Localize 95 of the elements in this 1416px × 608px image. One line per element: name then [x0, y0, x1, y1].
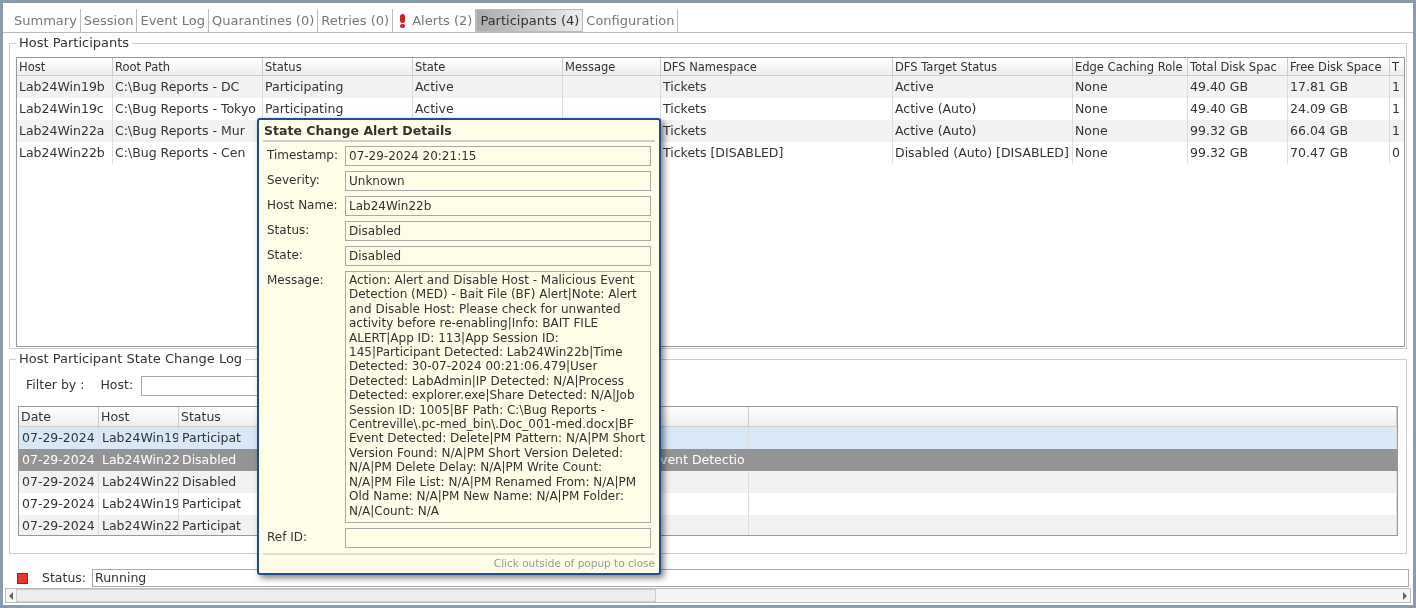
table-cell: 07-29-2024 [22, 495, 95, 511]
tab[interactable]: Retries (0) [318, 9, 394, 32]
column-header[interactable]: Free Disk Space [1288, 58, 1390, 75]
message-field[interactable]: Action: Alert and Disable Host - Malicious Event Detection (MED) - Bait File (BF) Alert|Note: Alert and Disable Host: Please check for unwanted activity before re-enabling|Info: BAIT FILE ALERT|App ID: 113|App Session ID: 145|Participant Detected: Lab24Win22b|Time Detected: 30-07-2024 00:21:06.479|User Detected: LabAdmin|IP Detected: N/A|Process Detected: explorer.exe|Share Detected: N/A|Job Session ID: 1005|BF Path: C:\Bug Reports - Centreville\.pc-med_bin\.Doc_001-med.docx|BF Event Detected: Delete|PM Pattern: N/A|PM Short Version Found: N/A|PM Short Version Deleted: N/A|PM Delete Delay: N/A|PM Write Count: N/A|PM File List: N/A|PM Renamed From: N/A|PM Old Name: N/A|PM New Name: N/A|PM Folder: N/A|Count: N/A [345, 271, 651, 523]
table-cell: 99.32 GB [1190, 145, 1249, 160]
detail-field[interactable] [345, 528, 651, 548]
table-cell: Active [415, 101, 454, 116]
table-cell: Lab24Win22 [102, 451, 179, 467]
table-cell: 99.32 GB [1190, 123, 1249, 138]
table-cell: Disabled [182, 451, 237, 467]
table-cell: C:\Bug Reports - Tokyo [115, 101, 256, 116]
table-cell: Lab24Win22 [102, 517, 178, 533]
tab[interactable]: Event Log [137, 9, 210, 32]
field-label: Timestamp: [267, 147, 340, 164]
column-header[interactable]: Status [263, 58, 413, 75]
table-cell: Participating [265, 79, 344, 94]
section-title: Host Participants [16, 35, 133, 51]
column-header[interactable]: Message [563, 58, 661, 75]
detail-field[interactable]: Lab24Win22b [345, 196, 651, 216]
table-cell: 70.47 GB [1290, 145, 1349, 160]
column-header[interactable]: Host [101, 408, 130, 424]
table-cell: Lab24Win22b [19, 145, 105, 160]
table-cell: 1 [1392, 101, 1400, 116]
table-cell: 24.09 GB [1290, 101, 1349, 116]
table-cell: Lab24Win22a [19, 123, 105, 138]
popup-title: State Change Alert Details [263, 120, 655, 142]
table-cell: Disabled (Auto) [DISABLED] [895, 145, 1069, 160]
table-cell: 07-29-2024 [22, 451, 95, 467]
table-cell: 17.81 GB [1290, 79, 1349, 94]
table-cell: 1 [1392, 79, 1400, 94]
field-label: State: [267, 247, 304, 264]
column-header[interactable]: Status [181, 408, 221, 424]
table-cell: 49.40 GB [1190, 101, 1249, 116]
column-header[interactable]: Edge Caching Role [1073, 58, 1188, 75]
column-header[interactable]: Host [17, 58, 113, 75]
column-header[interactable]: Date [21, 408, 51, 424]
table-cell: C:\Bug Reports - Mur [115, 123, 245, 138]
filter-label: Filter by : [26, 376, 85, 395]
table-cell: Tickets [DISABLED] [663, 145, 784, 160]
horizontal-scrollbar[interactable] [5, 588, 1411, 603]
table-cell: Active (Auto) [895, 123, 977, 138]
status-label: Status: [42, 568, 87, 587]
field-label: Message: [267, 272, 325, 289]
table-cell: Active [415, 79, 454, 94]
detail-field[interactable]: Disabled [345, 221, 651, 241]
detail-field[interactable]: Unknown [345, 171, 651, 191]
tab[interactable]: Summary [11, 9, 81, 32]
tab[interactable]: Quarantines (0) [209, 9, 319, 32]
table-cell: Disabled [182, 473, 237, 489]
column-header[interactable]: DFS Target Status [893, 58, 1073, 75]
table-cell: 07-29-2024 [22, 473, 95, 489]
table-cell: None [1075, 79, 1108, 94]
column-header[interactable]: T [1390, 58, 1404, 75]
table-cell: Lab24Win22 [102, 473, 178, 489]
stop-icon [17, 572, 28, 584]
tab[interactable]: Participants (4) [476, 9, 584, 32]
table-cell: Tickets [663, 123, 707, 138]
table-cell: 07-29-2024 [22, 517, 95, 533]
table-cell: Participat [182, 429, 241, 445]
table-cell: Lab24Win19b [19, 79, 105, 94]
table-cell: Participat [182, 517, 241, 533]
table-cell: Participating [265, 101, 344, 116]
table-cell: C:\Bug Reports - DC [115, 79, 240, 94]
table-cell: None [1075, 123, 1108, 138]
detail-field[interactable]: 07-29-2024 20:21:15 [345, 146, 651, 166]
tab[interactable]: Session [80, 9, 138, 32]
table-cell: C:\Bug Reports - Cen [115, 145, 246, 160]
table-cell: Active [895, 79, 934, 94]
field-label: Host Name: [267, 197, 339, 214]
detail-field[interactable]: Disabled [345, 246, 651, 266]
table-cell: Tickets [663, 101, 707, 116]
table-cell: 1 [1392, 123, 1400, 138]
table-cell: 49.40 GB [1190, 79, 1249, 94]
table-cell: None [1075, 101, 1108, 116]
column-header[interactable]: Total Disk Spac [1188, 58, 1288, 75]
table-cell: 66.04 GB [1290, 123, 1349, 138]
column-header[interactable]: DFS Namespace [661, 58, 893, 75]
table-cell: 07-29-2024 [22, 429, 95, 445]
section-title: Host Participant State Change Log [16, 350, 246, 367]
table-cell: Tickets [663, 79, 707, 94]
scroll-thumb[interactable] [16, 589, 656, 602]
table-cell: Lab24Win19c [19, 101, 104, 116]
tab[interactable]: Configuration [583, 9, 679, 32]
table-cell: 0 [1392, 145, 1400, 160]
field-label: Severity: [267, 172, 321, 189]
table-cell: vent Detectio [660, 451, 745, 467]
column-header[interactable]: Root Path [113, 58, 263, 75]
table-cell: None [1075, 145, 1108, 160]
table-cell: Active (Auto) [895, 101, 977, 116]
field-label: Host: [100, 376, 134, 395]
close-hint: Click outside of popup to close [493, 556, 655, 571]
field-label: Status: [267, 222, 311, 239]
table-cell: Participat [182, 495, 241, 511]
scroll-right-icon[interactable] [1403, 591, 1407, 600]
column-header[interactable]: State [413, 58, 563, 75]
